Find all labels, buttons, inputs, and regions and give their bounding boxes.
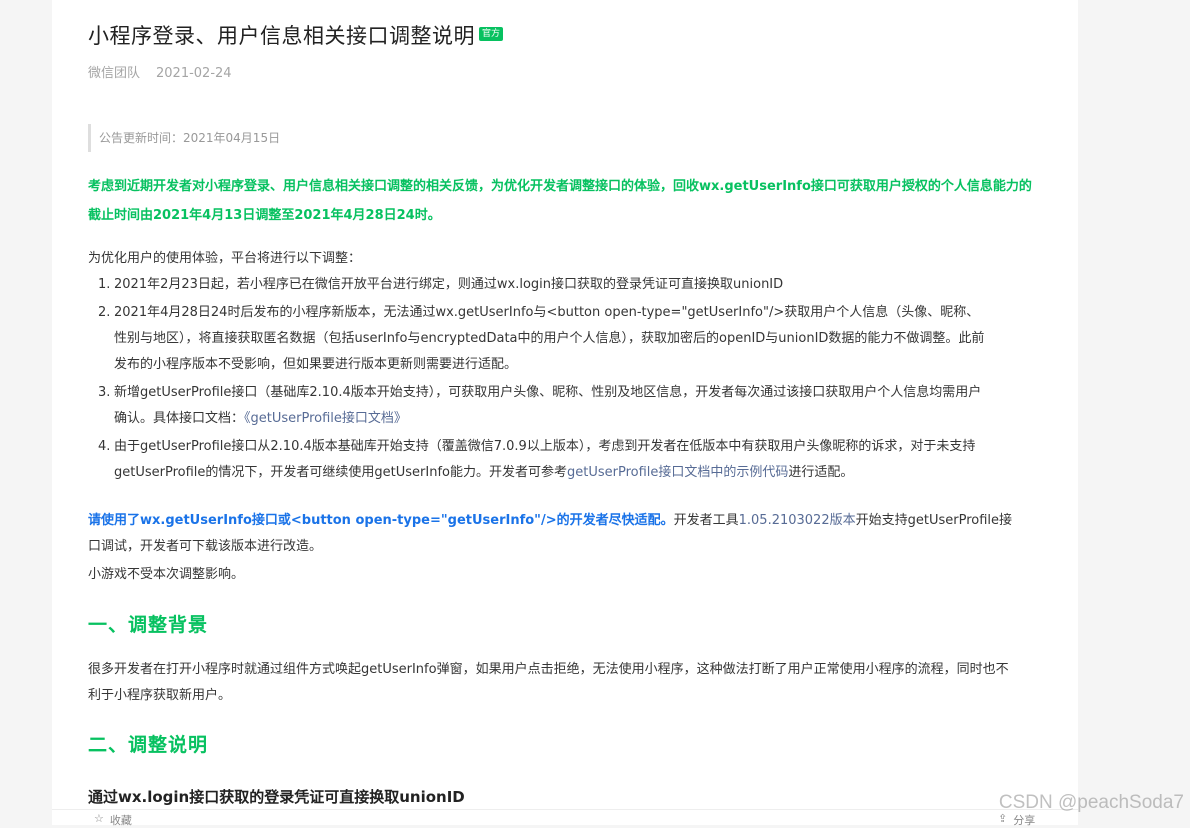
star-icon: ☆ <box>94 812 104 825</box>
adapt-text: 开发者工具 <box>673 513 739 528</box>
devtools-version-link[interactable]: 1.05.2103022版本 <box>739 513 856 528</box>
list-item: 3. 新增getUserProfile接口（基础库2.10.4版本开始支持），可… <box>88 380 988 432</box>
section-heading-explanation: 二、调整说明 <box>88 734 209 756</box>
list-item-text: 2021年4月28日24时后发布的小程序新版本，无法通过wx.getUserIn… <box>114 305 985 372</box>
page-title: 小程序登录、用户信息相关接口调整说明 <box>88 24 475 48</box>
getuserprofile-doc-link[interactable]: 《getUserProfile接口文档》 <box>244 411 407 426</box>
list-item-text: 2021年2月23日起，若小程序已在微信开放平台进行绑定，则通过wx.login… <box>114 277 784 292</box>
adjustment-list: 1. 2021年2月23日起，若小程序已在微信开放平台进行绑定，则通过wx.lo… <box>88 272 988 488</box>
favorite-button[interactable]: ☆ 收藏 <box>94 812 132 828</box>
background-paragraph: 很多开发者在打开小程序时就通过组件方式唤起getUserInfo弹窗，如果用户点… <box>88 662 1009 703</box>
author-link[interactable]: 微信团队 <box>88 66 140 81</box>
article-page: 小程序登录、用户信息相关接口调整说明 官方 微信团队 2021-02-24 公告更… <box>52 0 1078 825</box>
list-item-number: 2. <box>98 305 111 320</box>
highlight-paragraph: 考虑到近期开发者对小程序登录、用户信息相关接口调整的相关反馈，为优化开发者调整接… <box>88 179 1032 223</box>
article-meta: 微信团队 2021-02-24 <box>88 62 232 81</box>
adapt-bold-text: 请使用了wx.getUserInfo接口或<button open-type="… <box>88 513 674 528</box>
publish-date: 2021-02-24 <box>156 66 232 81</box>
list-item-number: 3. <box>98 385 111 400</box>
update-notice: 公告更新时间：2021年04月15日 <box>88 124 1008 152</box>
bottom-action-bar: ☆ 收藏 ⇪ 分享 <box>52 809 1078 828</box>
list-item: 4. 由于getUserProfile接口从2.10.4版本基础库开始支持（覆盖… <box>88 434 988 486</box>
list-item-number: 4. <box>98 439 111 454</box>
list-item: 2. 2021年4月28日24时后发布的小程序新版本，无法通过wx.getUse… <box>88 300 988 378</box>
list-item: 1. 2021年2月23日起，若小程序已在微信开放平台进行绑定，则通过wx.lo… <box>88 272 988 298</box>
share-icon: ⇪ <box>998 812 1008 825</box>
list-item-tail: 进行适配。 <box>788 465 854 480</box>
adapt-paragraph: 请使用了wx.getUserInfo接口或<button open-type="… <box>88 508 1018 560</box>
intro-paragraph: 为优化用户的使用体验，平台将进行以下调整： <box>88 251 362 266</box>
share-label: 分享 <box>1013 814 1036 827</box>
share-button[interactable]: ⇪ 分享 <box>998 812 1035 828</box>
official-badge: 官方 <box>479 27 504 41</box>
sample-code-link[interactable]: getUserProfile接口文档中的示例代码 <box>567 465 788 480</box>
minigame-note: 小游戏不受本次调整影响。 <box>88 567 245 582</box>
sub-heading: 通过wx.login接口获取的登录凭证可直接换取unionID <box>88 788 465 806</box>
title-row: 小程序登录、用户信息相关接口调整说明 官方 <box>88 20 504 50</box>
section-heading-background: 一、调整背景 <box>88 614 209 636</box>
csdn-watermark: CSDN @peachSoda7 <box>998 792 1184 813</box>
list-item-number: 1. <box>98 277 111 292</box>
favorite-label: 收藏 <box>109 814 132 827</box>
